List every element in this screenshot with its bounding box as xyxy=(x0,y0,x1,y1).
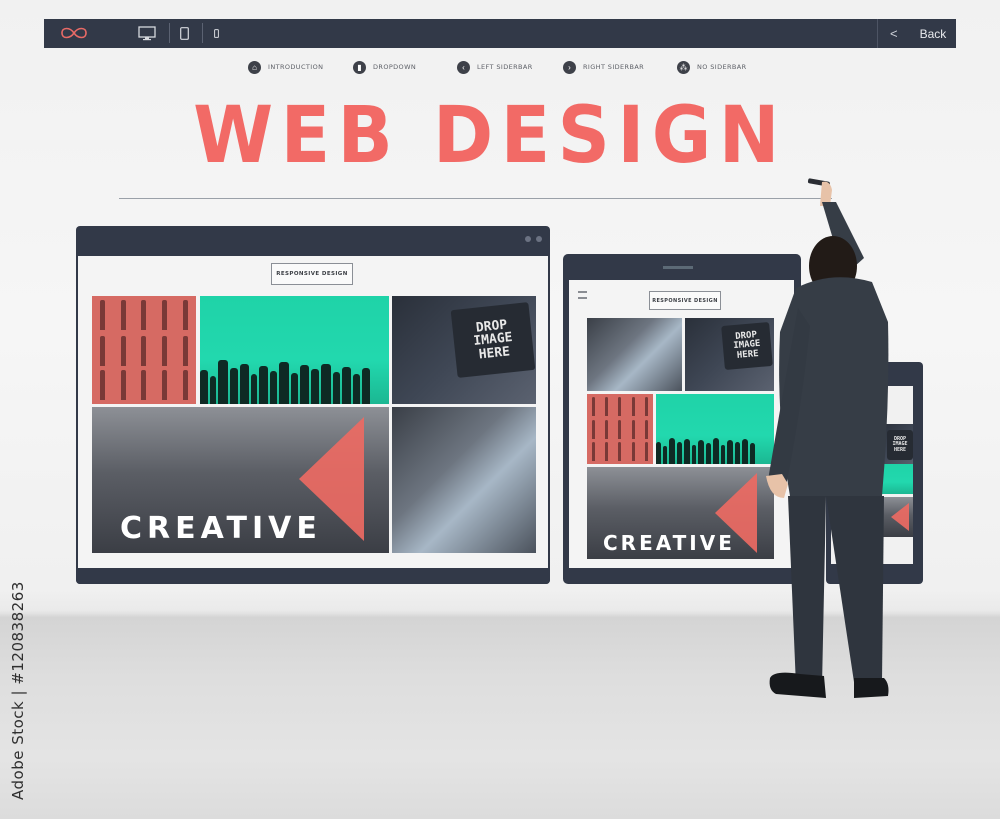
desktop-icon xyxy=(138,26,156,41)
infinity-icon[interactable] xyxy=(58,24,90,42)
right-shoe xyxy=(854,678,889,698)
creative-hero-image: CREATIVE xyxy=(587,467,774,559)
nav-label: RIGHT SIDERBAR xyxy=(583,63,645,71)
business-crowd-image xyxy=(200,296,389,404)
drop-image-placeholder[interactable]: DROP IMAGE HERE xyxy=(450,302,536,378)
drop-text-line: HERE xyxy=(736,348,759,361)
nav-label: LEFT SIDERBAR xyxy=(477,63,533,71)
businessman-figure xyxy=(766,178,889,698)
headline-underline xyxy=(119,198,832,199)
mobile-view-button[interactable] xyxy=(210,19,222,48)
divider xyxy=(202,23,203,43)
desktop-screen: RESPONSIVE DESIGN DROP IMAGE HERE CREATI… xyxy=(78,256,548,568)
divider xyxy=(169,23,170,43)
business-crowd-image xyxy=(656,394,774,464)
nav-item-left-sidebar[interactable]: ‹ LEFT SIDERBAR xyxy=(457,59,533,75)
tablet-view-button[interactable] xyxy=(176,19,192,48)
desktop-mockup: RESPONSIVE DESIGN DROP IMAGE HERE CREATI… xyxy=(76,226,550,584)
crowd-silhouettes xyxy=(200,360,389,404)
section-nav: ⌂ INTRODUCTION ▮ DROPDOWN ‹ LEFT SIDERBA… xyxy=(0,59,1000,75)
chevron-left-circle-icon: ‹ xyxy=(457,60,470,74)
nav-label: DROPDOWN xyxy=(373,63,417,71)
man-reading-image xyxy=(587,318,682,391)
nav-item-introduction[interactable]: ⌂ INTRODUCTION xyxy=(248,59,323,75)
bar-chart-icon: ▮ xyxy=(353,60,366,74)
nav-item-right-sidebar[interactable]: › RIGHT SIDERBAR xyxy=(563,59,644,75)
nav-label: NO SIDERBAR xyxy=(697,63,747,71)
home-icon: ⌂ xyxy=(248,60,261,74)
mobile-icon xyxy=(213,29,219,38)
sitemap-icon: ⁂ xyxy=(677,60,690,74)
trousers-left xyxy=(788,496,826,686)
crowd-silhouettes xyxy=(656,438,774,464)
back-label: Back xyxy=(919,26,947,41)
headline: WEB DESIGN xyxy=(193,91,787,181)
hamburger-menu-icon[interactable] xyxy=(578,291,587,299)
stock-watermark: Adobe Stock | #120838263 xyxy=(9,581,27,800)
trousers-right xyxy=(826,496,884,682)
people-grid-image xyxy=(587,394,653,464)
chevron-right-circle-icon: › xyxy=(563,60,576,74)
responsive-design-button[interactable]: RESPONSIVE DESIGN xyxy=(649,291,721,310)
laptop-image: DROP IMAGE HERE xyxy=(392,296,536,404)
desktop-view-button[interactable] xyxy=(136,19,158,48)
back-button[interactable]: < Back xyxy=(877,19,956,48)
creative-text: CREATIVE xyxy=(120,511,322,546)
desktop-footer-bar xyxy=(76,568,550,584)
creative-hero-image: CREATIVE xyxy=(92,407,389,553)
top-navbar: < Back xyxy=(44,19,956,48)
people-grid-image xyxy=(92,296,196,404)
drop-text-line: HERE xyxy=(478,344,511,363)
nav-label: INTRODUCTION xyxy=(268,63,324,71)
creative-text: CREATIVE xyxy=(603,531,735,555)
window-dots xyxy=(525,236,542,242)
man-reading-image xyxy=(392,407,536,553)
chevron-left-icon: < xyxy=(890,26,898,41)
left-shoe xyxy=(769,672,826,698)
nav-item-dropdown[interactable]: ▮ DROPDOWN xyxy=(353,59,416,75)
tablet-icon xyxy=(179,27,189,40)
tablet-speaker xyxy=(663,266,693,269)
nav-item-no-sidebar[interactable]: ⁂ NO SIDERBAR xyxy=(677,59,747,75)
responsive-design-button[interactable]: RESPONSIVE DESIGN xyxy=(271,263,353,285)
